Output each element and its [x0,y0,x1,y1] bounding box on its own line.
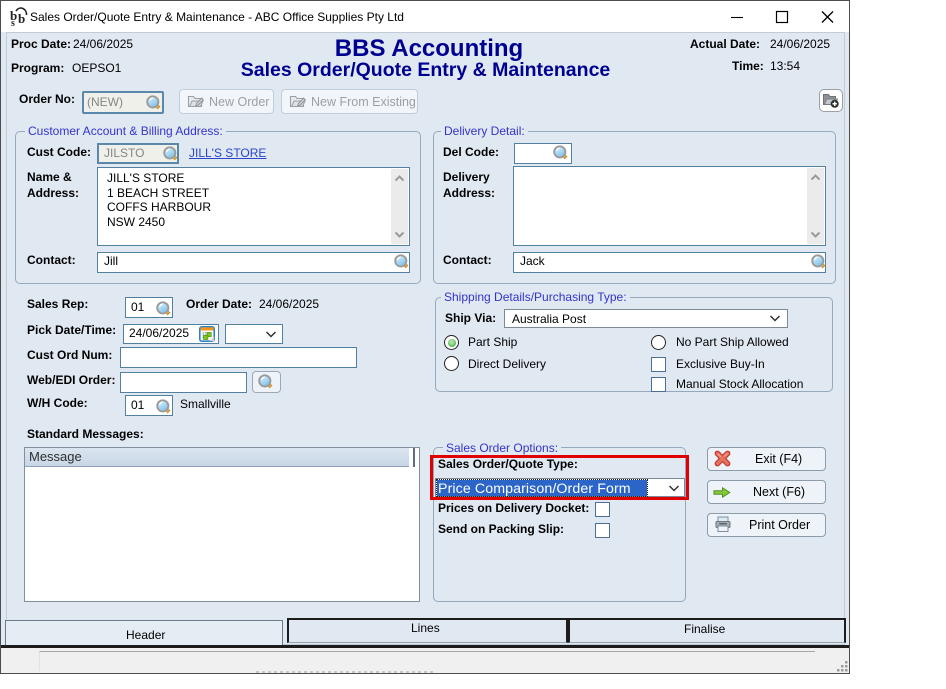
svg-text:s: s [11,18,15,26]
svg-text:b: b [18,11,25,26]
